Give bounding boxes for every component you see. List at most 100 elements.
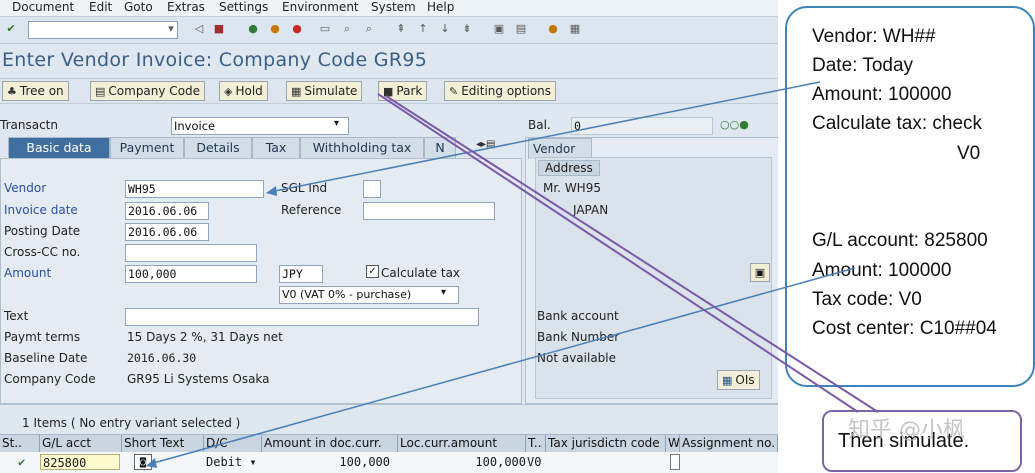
col-tax-jurisdiction-label: Tax jurisdictn code bbox=[548, 436, 660, 450]
payment-terms-value: 15 Days 2 %, 31 Days net bbox=[127, 330, 283, 344]
tax-code-cell[interactable]: V0 bbox=[527, 454, 547, 470]
menu-goto[interactable]: Goto bbox=[124, 0, 153, 14]
balance-field: 0 bbox=[571, 117, 713, 135]
print-icon[interactable]: ▭ bbox=[318, 22, 332, 36]
standard-toolbar: ✔ ▾ ◁ ■ ● ● ● ▭ ⌕ ⌕ ⇞ ↑ ↓ ⇟ ▣ ▤ ● ▦ bbox=[0, 17, 778, 44]
col-dc-label: D/C bbox=[206, 436, 228, 450]
layout-menu-icon[interactable]: ▦ bbox=[568, 22, 582, 36]
enter-icon[interactable]: ✔ bbox=[4, 22, 18, 36]
posting-date-label: Posting Date bbox=[4, 224, 81, 238]
tab-tax[interactable]: Tax bbox=[252, 137, 300, 158]
vendor-detail-icon[interactable]: ▣ bbox=[750, 263, 770, 282]
dc-field[interactable]: Debit ▾ bbox=[204, 454, 260, 470]
back-icon[interactable]: ● bbox=[246, 22, 260, 36]
find-icon[interactable]: ⌕ bbox=[340, 22, 354, 36]
col-w[interactable]: W.. bbox=[666, 435, 680, 452]
tab-notes[interactable]: N bbox=[424, 137, 456, 158]
tab-details[interactable]: Details bbox=[184, 137, 252, 158]
sap-window: Document Edit Goto Extras Settings Envir… bbox=[0, 0, 778, 473]
currency-field[interactable]: JPY bbox=[279, 265, 323, 283]
cancel-icon[interactable]: ● bbox=[290, 22, 304, 36]
col-status-label: St.. bbox=[2, 436, 22, 450]
company-icon: ▤ bbox=[95, 85, 106, 98]
col-amount[interactable]: Amount in doc.curr. bbox=[262, 435, 398, 452]
previous-page-icon[interactable]: ↑ bbox=[416, 22, 430, 36]
w-checkbox[interactable] bbox=[670, 454, 680, 470]
col-tax-jurisdiction[interactable]: Tax jurisdictn code bbox=[546, 435, 666, 452]
park-button[interactable]: ■ Park bbox=[378, 81, 428, 101]
menu-system[interactable]: System bbox=[371, 0, 416, 14]
vendor-panel-tab[interactable]: Vendor bbox=[528, 138, 592, 159]
menu-environment[interactable]: Environment bbox=[282, 0, 359, 14]
col-gl-acct[interactable]: G/L acct bbox=[40, 435, 122, 452]
col-tax[interactable]: T.. bbox=[526, 435, 546, 452]
menu-settings[interactable]: Settings bbox=[219, 0, 268, 14]
menu-extras[interactable]: Extras bbox=[167, 0, 205, 14]
ois-button[interactable]: ▦ OIs bbox=[717, 370, 760, 390]
simulate-icon: ▦ bbox=[291, 85, 302, 98]
back-arrow-icon[interactable]: ◁ bbox=[192, 22, 206, 36]
hold-button[interactable]: ◈ Hold bbox=[219, 81, 268, 101]
short-text-icon[interactable]: ◙ bbox=[134, 454, 152, 470]
col-dc[interactable]: D/C bbox=[204, 435, 262, 452]
menu-bar: Document Edit Goto Extras Settings Envir… bbox=[0, 0, 778, 17]
command-field[interactable] bbox=[28, 21, 178, 39]
menu-document[interactable]: Document bbox=[12, 0, 74, 14]
col-w-label: W.. bbox=[668, 436, 679, 450]
sgl-ind-field[interactable] bbox=[363, 180, 381, 198]
next-page-icon[interactable]: ↓ bbox=[438, 22, 452, 36]
editing-options-label: Editing options bbox=[461, 84, 552, 98]
items-grid-header: St.. G/L acct Short Text D/C Amount in d… bbox=[0, 434, 778, 453]
tax-code-select[interactable]: V0 (VAT 0% - purchase) bbox=[279, 286, 459, 304]
col-short-text[interactable]: Short Text bbox=[122, 435, 204, 452]
reference-field[interactable] bbox=[363, 202, 495, 220]
col-status[interactable]: St.. bbox=[0, 435, 40, 452]
callout-line-tax-code: V0 bbox=[957, 143, 981, 164]
company-code-button[interactable]: ▤ Company Code bbox=[90, 81, 206, 101]
tab-withholding-tax[interactable]: Withholding tax bbox=[300, 137, 424, 158]
find-next-icon[interactable]: ⌕ bbox=[362, 22, 376, 36]
vendor-field[interactable]: WH95 bbox=[125, 180, 264, 198]
editing-options-button[interactable]: ✎ Editing options bbox=[444, 81, 557, 101]
callout-line-amount: Amount: 100000 bbox=[812, 84, 952, 105]
menu-help[interactable]: Help bbox=[427, 0, 454, 14]
tab-payment[interactable]: Payment bbox=[110, 137, 184, 158]
cross-cc-field[interactable] bbox=[125, 244, 257, 262]
tree-on-button[interactable]: ♣ Tree on bbox=[2, 81, 69, 101]
posting-date-field[interactable]: 2016.06.06 bbox=[125, 223, 209, 241]
menu-edit[interactable]: Edit bbox=[89, 0, 112, 14]
help-icon[interactable]: ● bbox=[546, 22, 560, 36]
simulate-label: Simulate bbox=[304, 84, 358, 98]
dropdown-icon[interactable]: ▾ bbox=[334, 118, 339, 129]
list-icon: ▦ bbox=[722, 374, 733, 387]
command-dropdown-icon[interactable]: ▾ bbox=[164, 22, 178, 36]
col-loc-amount[interactable]: Loc.curr.amount bbox=[398, 435, 526, 452]
loc-amount-cell[interactable]: 100,000 bbox=[398, 454, 526, 470]
tab-scroll-icon[interactable]: ◂▸▤ bbox=[476, 139, 496, 150]
new-session-icon[interactable]: ▣ bbox=[492, 22, 506, 36]
table-row[interactable]: ✔ 825800 ◙ Debit ▾ 100,000 100,000 V0 bbox=[0, 452, 778, 473]
tab-basic-data[interactable]: Basic data bbox=[8, 137, 110, 158]
text-field[interactable] bbox=[125, 308, 479, 326]
row-ok-icon: ✔ bbox=[18, 455, 26, 469]
currency-value: JPY bbox=[282, 267, 303, 281]
amount-field[interactable]: 100,000 bbox=[125, 265, 257, 283]
invoice-date-field[interactable]: 2016.06.06 bbox=[125, 202, 209, 220]
balance-value: 0 bbox=[574, 119, 581, 133]
address-tab[interactable]: Address bbox=[538, 160, 600, 176]
exit-icon[interactable]: ● bbox=[268, 22, 282, 36]
invoice-date-label: Invoice date bbox=[4, 203, 78, 217]
last-page-icon[interactable]: ⇟ bbox=[460, 22, 474, 36]
company-code-value: GR95 Li Systems Osaka bbox=[127, 372, 270, 386]
col-assignment[interactable]: Assignment no. bbox=[680, 435, 778, 452]
shortcut-icon[interactable]: ▤ bbox=[514, 22, 528, 36]
gl-acct-field[interactable]: 825800 bbox=[40, 454, 120, 470]
save-icon[interactable]: ■ bbox=[212, 22, 226, 36]
calculate-tax-checkbox[interactable]: ✓ bbox=[366, 265, 379, 278]
tax-code-dropdown-icon[interactable]: ▾ bbox=[441, 287, 446, 298]
first-page-icon[interactable]: ⇞ bbox=[394, 22, 408, 36]
amount-cell[interactable]: 100,000 bbox=[262, 454, 390, 470]
simulate-button[interactable]: ▦ Simulate bbox=[286, 81, 363, 101]
transaction-select[interactable]: Invoice bbox=[171, 117, 349, 135]
transaction-label: Transactn bbox=[0, 118, 58, 132]
